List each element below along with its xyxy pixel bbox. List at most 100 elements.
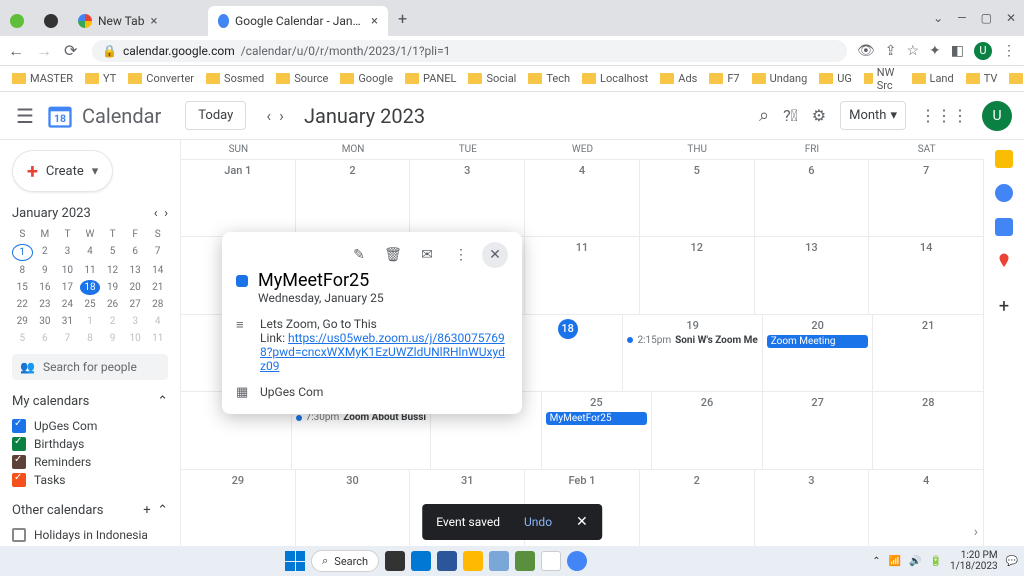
- zoom-link[interactable]: https://us05web.zoom.us/j/86300757698?pw…: [260, 331, 505, 373]
- back-icon[interactable]: ←: [8, 41, 26, 61]
- day-cell[interactable]: 2: [640, 470, 755, 546]
- mini-day[interactable]: 29: [12, 314, 33, 329]
- close-icon[interactable]: ✕: [576, 514, 588, 530]
- prev-month-icon[interactable]: ‹: [266, 106, 271, 125]
- calendar-item[interactable]: UpGes Com: [12, 417, 168, 435]
- event-chip[interactable]: 2:15pm Soni W's Zoom Me: [627, 335, 757, 346]
- kebab-icon[interactable]: ⋮: [1002, 43, 1016, 59]
- mail-icon[interactable]: ✉: [414, 242, 440, 268]
- mini-day[interactable]: 26: [102, 297, 123, 312]
- day-cell[interactable]: 2: [296, 160, 411, 236]
- mini-day[interactable]: 23: [35, 297, 56, 312]
- other-calendars-section[interactable]: Other calendars + ⌃: [12, 503, 168, 518]
- app-icon[interactable]: [515, 551, 535, 571]
- event-chip[interactable]: MyMeetFor25: [546, 412, 648, 425]
- mini-day[interactable]: 22: [12, 297, 33, 312]
- mini-day[interactable]: 16: [35, 280, 56, 295]
- day-cell[interactable]: 3: [410, 160, 525, 236]
- bookmark-item[interactable]: NW Src: [864, 66, 900, 92]
- close-window-icon[interactable]: ✕: [1006, 11, 1016, 25]
- day-cell[interactable]: 4: [525, 160, 640, 236]
- checkbox[interactable]: [12, 455, 26, 469]
- mini-day[interactable]: 28: [147, 297, 168, 312]
- day-cell[interactable]: 14: [869, 237, 984, 313]
- bookmark-item[interactable]: Tech: [528, 72, 570, 85]
- eye-icon[interactable]: 👁: [857, 43, 875, 59]
- mini-day[interactable]: 14: [147, 263, 168, 278]
- edge-icon[interactable]: [411, 551, 431, 571]
- event-chip[interactable]: Zoom Meeting: [767, 335, 869, 348]
- extensions-icon[interactable]: ✦: [929, 43, 941, 59]
- mini-day[interactable]: 11: [147, 331, 168, 346]
- add-icon[interactable]: +: [143, 503, 150, 518]
- word-icon[interactable]: [437, 551, 457, 571]
- mini-day[interactable]: 6: [125, 244, 146, 261]
- contacts-icon[interactable]: [995, 218, 1013, 236]
- taskbar-search[interactable]: ⌕Search: [311, 550, 379, 572]
- bookmark-item[interactable]: PANEL: [405, 72, 456, 85]
- mini-day[interactable]: 5: [12, 331, 33, 346]
- bookmark-item[interactable]: MASTER: [12, 72, 73, 85]
- start-button[interactable]: [285, 551, 305, 571]
- battery-icon[interactable]: 🔋: [930, 556, 942, 567]
- calendar-item[interactable]: Tasks: [12, 471, 168, 489]
- mini-day[interactable]: 4: [147, 314, 168, 329]
- day-cell[interactable]: 11: [525, 237, 640, 313]
- gear-icon[interactable]: ⚙: [812, 106, 826, 125]
- kebab-icon[interactable]: ⋮: [448, 242, 474, 268]
- mini-day[interactable]: 30: [35, 314, 56, 329]
- keep-icon[interactable]: [995, 150, 1013, 168]
- new-tab-button[interactable]: +: [388, 9, 417, 28]
- help-icon[interactable]: ?⃝: [783, 106, 798, 125]
- day-cell[interactable]: 29: [181, 470, 296, 546]
- mini-next-icon[interactable]: ›: [164, 206, 168, 221]
- wifi-icon[interactable]: 📶: [889, 556, 901, 567]
- day-cell[interactable]: 21: [873, 315, 984, 391]
- sidepanel-icon[interactable]: ◧: [951, 43, 964, 59]
- minimize-icon[interactable]: —: [957, 11, 966, 25]
- bookmark-item[interactable]: Converter: [128, 72, 194, 85]
- chevron-up-icon[interactable]: ⌃: [872, 556, 880, 567]
- checkbox[interactable]: [12, 419, 26, 433]
- bookmark-item[interactable]: Social: [468, 72, 516, 85]
- bookmark-item[interactable]: F7: [709, 72, 739, 85]
- bookmark-item[interactable]: Sosmed: [206, 72, 264, 85]
- bookmark-item[interactable]: Land: [912, 72, 954, 85]
- checkbox[interactable]: [12, 437, 26, 451]
- maximize-icon[interactable]: ▢: [981, 11, 992, 25]
- volume-icon[interactable]: 🔊: [909, 556, 921, 567]
- mini-day[interactable]: 11: [80, 263, 101, 278]
- today-button[interactable]: Today: [185, 101, 246, 130]
- mini-day[interactable]: 20: [125, 280, 146, 295]
- taskview-icon[interactable]: [385, 551, 405, 571]
- mini-day[interactable]: 2: [35, 244, 56, 261]
- mini-day[interactable]: 1: [12, 244, 33, 261]
- search-icon[interactable]: ⌕: [759, 105, 769, 126]
- star-icon[interactable]: ☆: [906, 43, 919, 59]
- mini-day[interactable]: 5: [102, 244, 123, 261]
- mini-day[interactable]: 4: [80, 244, 101, 261]
- bookmark-item[interactable]: Google: [340, 72, 393, 85]
- mini-day[interactable]: 24: [57, 297, 78, 312]
- menu-icon[interactable]: ☰: [12, 100, 38, 132]
- maps-icon[interactable]: [995, 252, 1013, 270]
- clock[interactable]: 1:20 PM 1/18/2023: [950, 550, 998, 572]
- mini-day[interactable]: 8: [12, 263, 33, 278]
- mini-day[interactable]: 27: [125, 297, 146, 312]
- checkbox[interactable]: [12, 473, 26, 487]
- bookmark-item[interactable]: Undang: [752, 72, 808, 85]
- day-cell[interactable]: 6: [755, 160, 870, 236]
- delete-icon[interactable]: 🗑: [380, 242, 406, 268]
- day-cell[interactable]: 26: [652, 392, 763, 468]
- create-button[interactable]: + Create ▾: [12, 150, 113, 192]
- mini-day[interactable]: 9: [102, 331, 123, 346]
- day-cell[interactable]: 28: [873, 392, 984, 468]
- mini-day[interactable]: 7: [57, 331, 78, 346]
- profile-avatar[interactable]: U: [974, 42, 992, 60]
- tab-pinned-1[interactable]: [0, 6, 34, 36]
- notifications-icon[interactable]: 💬: [1006, 556, 1018, 567]
- day-cell[interactable]: 20Zoom Meeting: [763, 315, 874, 391]
- mini-day[interactable]: 21: [147, 280, 168, 295]
- bookmark-item[interactable]: Source: [276, 72, 328, 85]
- forward-icon[interactable]: →: [36, 41, 54, 61]
